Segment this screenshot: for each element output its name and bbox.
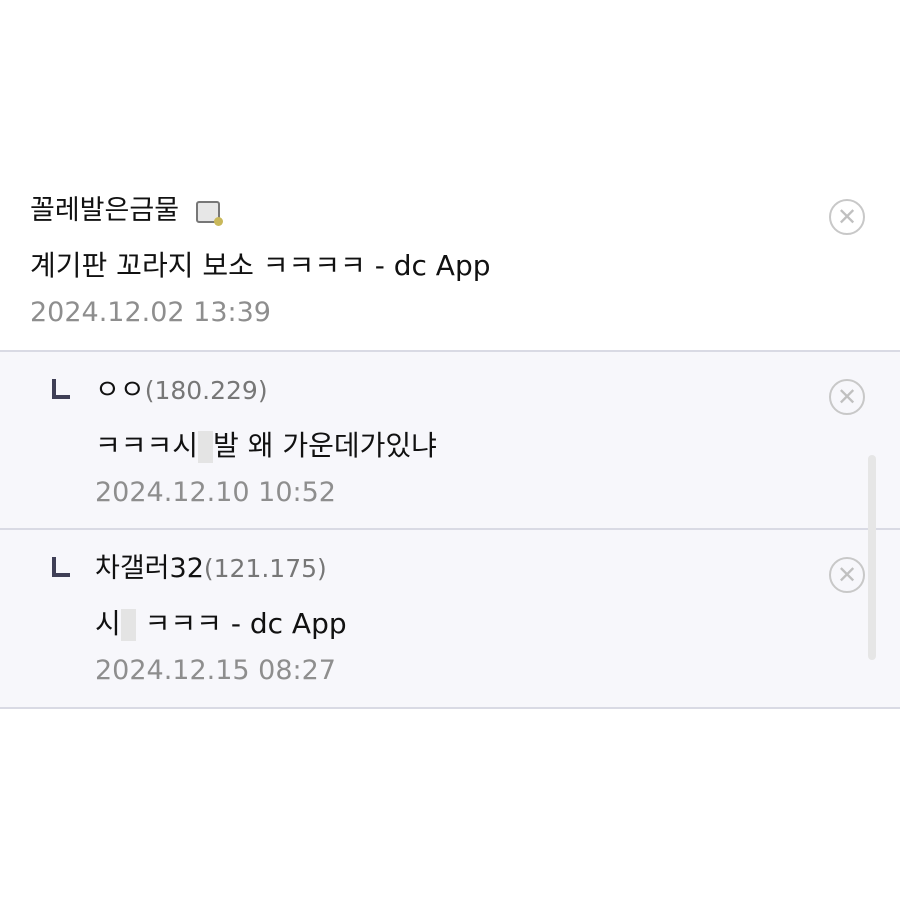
reply-item: ㅇㅇ(180.229) ㅋㅋㅋ시 발 왜 가운데가있냐 2024.12.10 10… [0,350,900,530]
reply-item: 차갤러32(121.175) 시 ㅋㅋㅋ - dc App 2024.12.15… [0,528,900,709]
reply-content: 시 ㅋㅋㅋ - dc App [95,606,347,642]
mobile-post-icon [195,200,223,226]
reply-author-line: ㅇㅇ(180.229) [95,374,268,408]
censor-block [120,609,136,641]
reply-content-after: ㅋㅋㅋ - dc App [135,607,347,640]
reply-author[interactable]: ㅇㅇ [95,375,145,406]
reply-ip: (180.229) [144,376,268,405]
reply-ip: (121.175) [203,554,327,583]
comment-author-line: 꼴레발은금물 [30,194,223,228]
comment-item: 꼴레발은금물 계기판 꼬라지 보소 ㅋㅋㅋㅋ - dc App 2024.12.… [0,186,900,351]
close-circle-icon[interactable]: ✕ [829,379,865,415]
reply-content-before: ㅋㅋㅋ시 [95,429,199,462]
comment-author[interactable]: 꼴레발은금물 [30,195,179,226]
close-circle-icon[interactable]: ✕ [829,557,865,593]
reply-arrow-icon [52,557,70,577]
scrollbar[interactable] [868,455,876,660]
comment-timestamp: 2024.12.02 13:39 [30,297,271,328]
comment-content: 계기판 꼬라지 보소 ㅋㅋㅋㅋ - dc App [30,249,491,282]
reply-timestamp: 2024.12.15 08:27 [95,655,336,686]
censor-block [198,431,214,463]
reply-timestamp: 2024.12.10 10:52 [95,477,336,508]
reply-author-line: 차갤러32(121.175) [95,552,327,586]
reply-content-after: 발 왜 가운데가있냐 [213,429,437,462]
reply-author[interactable]: 차갤러32 [95,553,204,584]
reply-content-before: 시 [95,607,121,640]
close-circle-icon[interactable]: ✕ [829,199,865,235]
reply-arrow-icon [52,379,70,399]
reply-content: ㅋㅋㅋ시 발 왜 가운데가있냐 [95,428,437,464]
